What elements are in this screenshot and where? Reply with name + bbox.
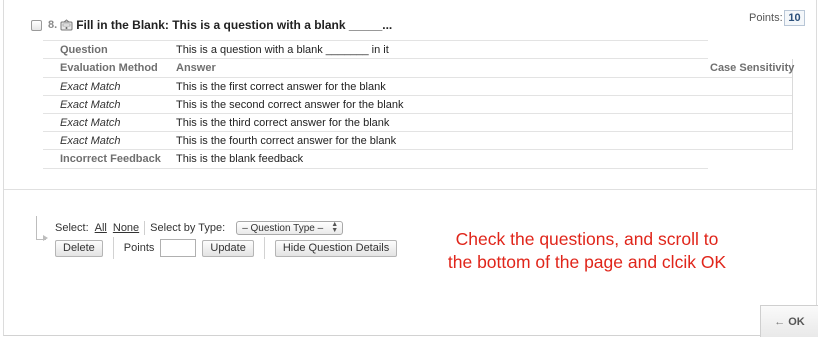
question-type-icon — [60, 18, 73, 32]
question-label: Question — [60, 43, 108, 56]
table-row: Exact Match This is the first correct an… — [43, 78, 792, 96]
ok-button[interactable]: ← OK — [760, 305, 818, 337]
question-number: 8. — [48, 19, 58, 31]
select-arrows-icon: ▲ ▼ — [331, 221, 339, 234]
update-button[interactable]: Update — [202, 239, 254, 257]
question-row: Question This is a question with a blank… — [43, 40, 708, 59]
question-checkbox[interactable] — [31, 19, 42, 31]
separator — [144, 221, 146, 235]
answer-text: This is the third correct answer for the… — [176, 116, 390, 129]
separator — [263, 237, 265, 259]
header-answer: Answer — [176, 62, 216, 74]
points-label: Points: — [749, 12, 783, 24]
select-all-link[interactable]: All — [95, 222, 107, 234]
points-input[interactable] — [160, 239, 197, 257]
question-text: This is a question with a blank _______ … — [176, 43, 389, 56]
question-type-select[interactable]: – Question Type – ▲ ▼ — [236, 221, 344, 235]
selection-controls: Select: All None Select by Type: – Quest… — [55, 221, 344, 235]
points-value: 10 — [784, 10, 805, 26]
select-label: Select: — [55, 222, 89, 234]
header-case-sensitivity: Case Sensitivity — [710, 62, 795, 74]
bulk-edit-controls: Delete Points Update Hide Question Detai… — [55, 237, 398, 259]
question-type-select-value: – Question Type – — [242, 222, 324, 234]
evaluation-method: Exact Match — [60, 116, 121, 129]
question-header: 8. Fill in the Blank: This is a question… — [31, 16, 392, 34]
table-row: Exact Match This is the third correct an… — [43, 114, 792, 132]
question-title: Fill in the Blank: This is a question wi… — [76, 18, 393, 32]
delete-button[interactable]: Delete — [55, 239, 103, 257]
hide-question-details-button[interactable]: Hide Question Details — [274, 239, 398, 257]
table-row: Exact Match This is the fourth correct a… — [43, 132, 792, 150]
select-none-link[interactable]: None — [113, 222, 139, 234]
arrow-left-icon: ← — [774, 315, 786, 328]
instruction-annotation: Check the questions, and scroll to the b… — [447, 229, 727, 272]
header-evaluation-method: Evaluation Method — [60, 62, 158, 74]
section-divider — [4, 189, 816, 190]
table-row: Exact Match This is the second correct a… — [43, 96, 792, 114]
evaluation-method: Exact Match — [60, 98, 121, 111]
feedback-row: Incorrect Feedback This is the blank fee… — [43, 150, 708, 169]
feedback-text: This is the blank feedback — [176, 153, 304, 165]
answer-text: This is the fourth correct answer for th… — [176, 134, 397, 147]
bracket-arrow-icon — [43, 235, 48, 241]
answer-text: This is the first correct answer for the… — [176, 80, 386, 93]
question-details: Question This is a question with a blank… — [43, 40, 795, 169]
answers-header-row: Evaluation Method Answer Case Sensitivit… — [43, 59, 795, 78]
select-by-type-label: Select by Type: — [150, 222, 226, 234]
feedback-label: Incorrect Feedback — [60, 153, 161, 165]
answers-table: Evaluation Method Answer Case Sensitivit… — [43, 59, 795, 150]
evaluation-method: Exact Match — [60, 80, 121, 93]
ok-button-label: OK — [788, 315, 805, 328]
answer-text: This is the second correct answer for th… — [176, 98, 404, 111]
points-input-label: Points — [123, 242, 155, 254]
evaluation-method: Exact Match — [60, 134, 121, 147]
separator — [112, 237, 114, 259]
